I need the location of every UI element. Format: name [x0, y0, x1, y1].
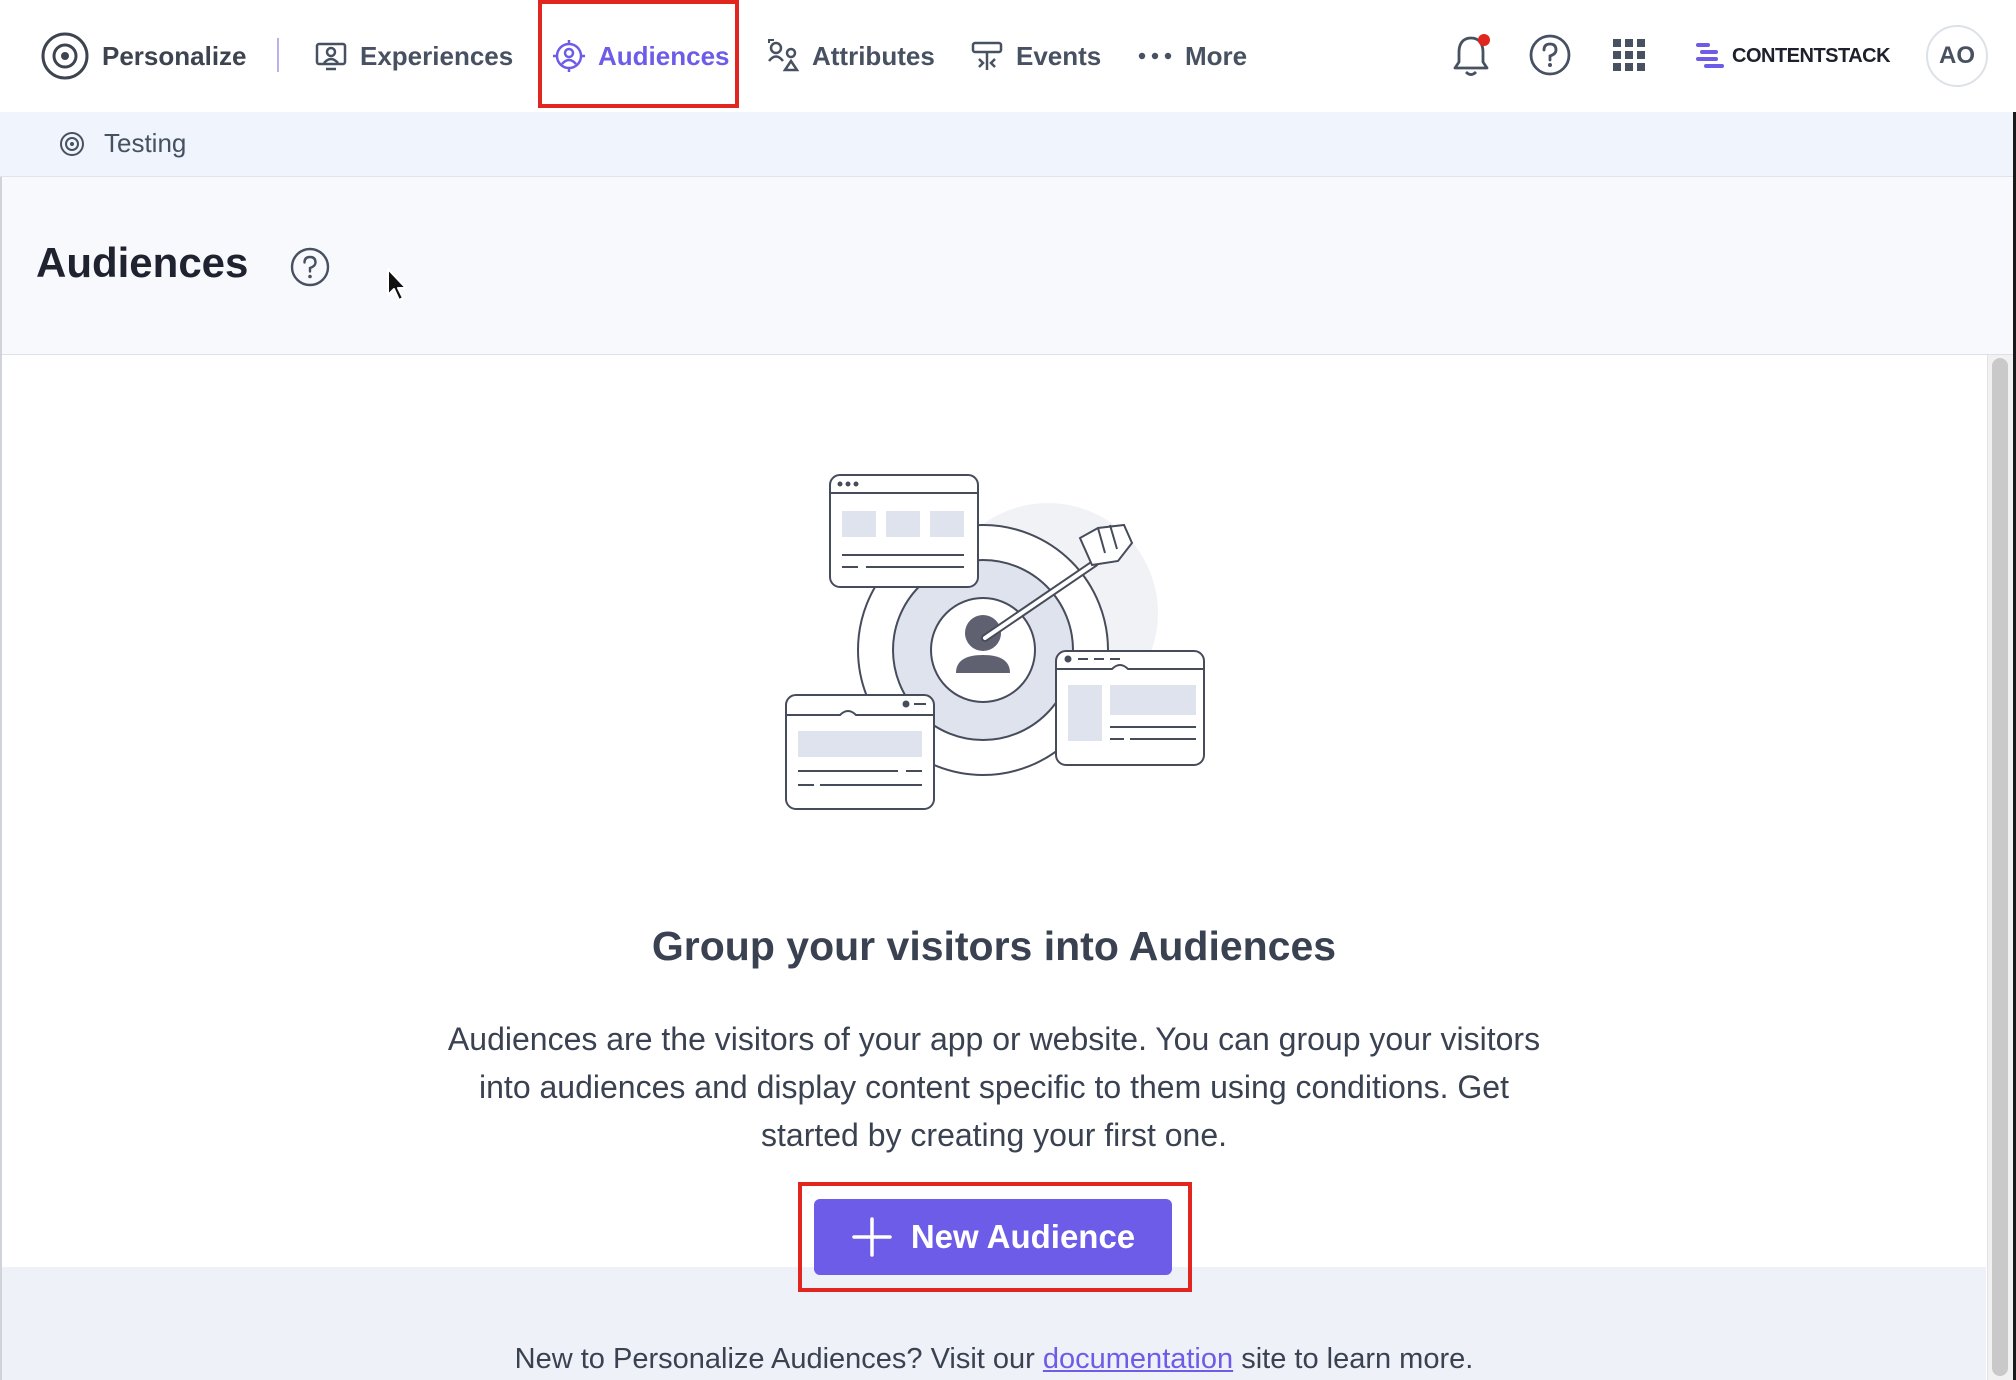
page-title: Audiences	[36, 239, 249, 286]
documentation-note: New to Personalize Audiences? Visit our …	[2, 1343, 1986, 1376]
attributes-icon	[768, 39, 800, 72]
nav-label-events: Events	[1016, 40, 1102, 71]
footer-prefix: New to Personalize Audiences? Visit our	[514, 1343, 1035, 1375]
help-circle-icon	[290, 247, 330, 287]
mouse-cursor-icon	[387, 268, 407, 301]
nav-divider	[277, 38, 279, 72]
nav-item-audiences[interactable]: Audiences	[552, 0, 730, 112]
new-audience-button[interactable]: New Audience	[814, 1199, 1172, 1275]
footer-suffix: site to learn more.	[1241, 1343, 1474, 1375]
empty-state-heading: Group your visitors into Audiences	[651, 923, 1337, 969]
empty-state-panel: Group your visitors into Audiences Audie…	[2, 355, 1986, 1267]
description-line-2: into audiences and display content speci…	[479, 1069, 1509, 1105]
contentstack-logo-icon	[1696, 43, 1724, 68]
plus-icon	[852, 1217, 892, 1257]
bell-icon	[1453, 34, 1490, 76]
personalize-brand[interactable]: Personalize	[40, 0, 247, 112]
empty-state-description: Audiences are the visitors of your app o…	[2, 1015, 1986, 1159]
app-switcher-button[interactable]	[1606, 32, 1652, 78]
description-line-1: Audiences are the visitors of your app o…	[447, 1021, 1541, 1057]
new-audience-label: New Audience	[910, 1218, 1136, 1255]
project-bar: Testing	[0, 112, 2016, 177]
help-button[interactable]	[1525, 30, 1575, 80]
nav-item-experiences[interactable]: Experiences	[314, 0, 513, 112]
nav-item-events[interactable]: Events	[970, 0, 1101, 112]
help-circle-icon	[1529, 34, 1571, 76]
audiences-icon	[553, 40, 585, 72]
top-navigation: Personalize Experiences Audiences Attrib…	[0, 0, 2016, 112]
documentation-link[interactable]: documentation	[1043, 1343, 1233, 1375]
grid-apps-icon	[1613, 39, 1645, 71]
more-dots-icon	[1138, 52, 1172, 60]
experiences-icon	[315, 42, 347, 71]
avatar-initials: AO	[1939, 42, 1975, 69]
notifications-button[interactable]	[1446, 30, 1496, 80]
nav-label-more: More	[1185, 40, 1248, 71]
project-name[interactable]: Testing	[104, 128, 186, 159]
personalize-target-icon	[41, 32, 89, 80]
scrollbar-thumb[interactable]	[1992, 358, 2008, 1376]
footer-band: New to Personalize Audiences? Visit our …	[2, 1267, 1986, 1380]
logo-text: CONTENTSTACK	[1732, 44, 1891, 67]
brand-label: Personalize	[102, 40, 247, 71]
user-avatar[interactable]: AO	[1926, 25, 1988, 87]
target-audience-illustration	[785, 474, 1205, 810]
description-line-3: started by creating your first one.	[761, 1117, 1227, 1153]
events-icon	[971, 41, 1003, 70]
nav-label-audiences: Audiences	[598, 40, 730, 71]
nav-item-more[interactable]: More	[1137, 0, 1247, 112]
project-target-icon	[60, 132, 84, 156]
nav-item-attributes[interactable]: Attributes	[766, 0, 935, 112]
nav-label-experiences: Experiences	[360, 40, 514, 71]
page-header: Audiences	[0, 177, 2016, 355]
page-help-button[interactable]	[289, 246, 331, 288]
contentstack-logo[interactable]: CONTENTSTACK	[1694, 38, 1891, 74]
nav-label-attributes: Attributes	[812, 40, 935, 71]
